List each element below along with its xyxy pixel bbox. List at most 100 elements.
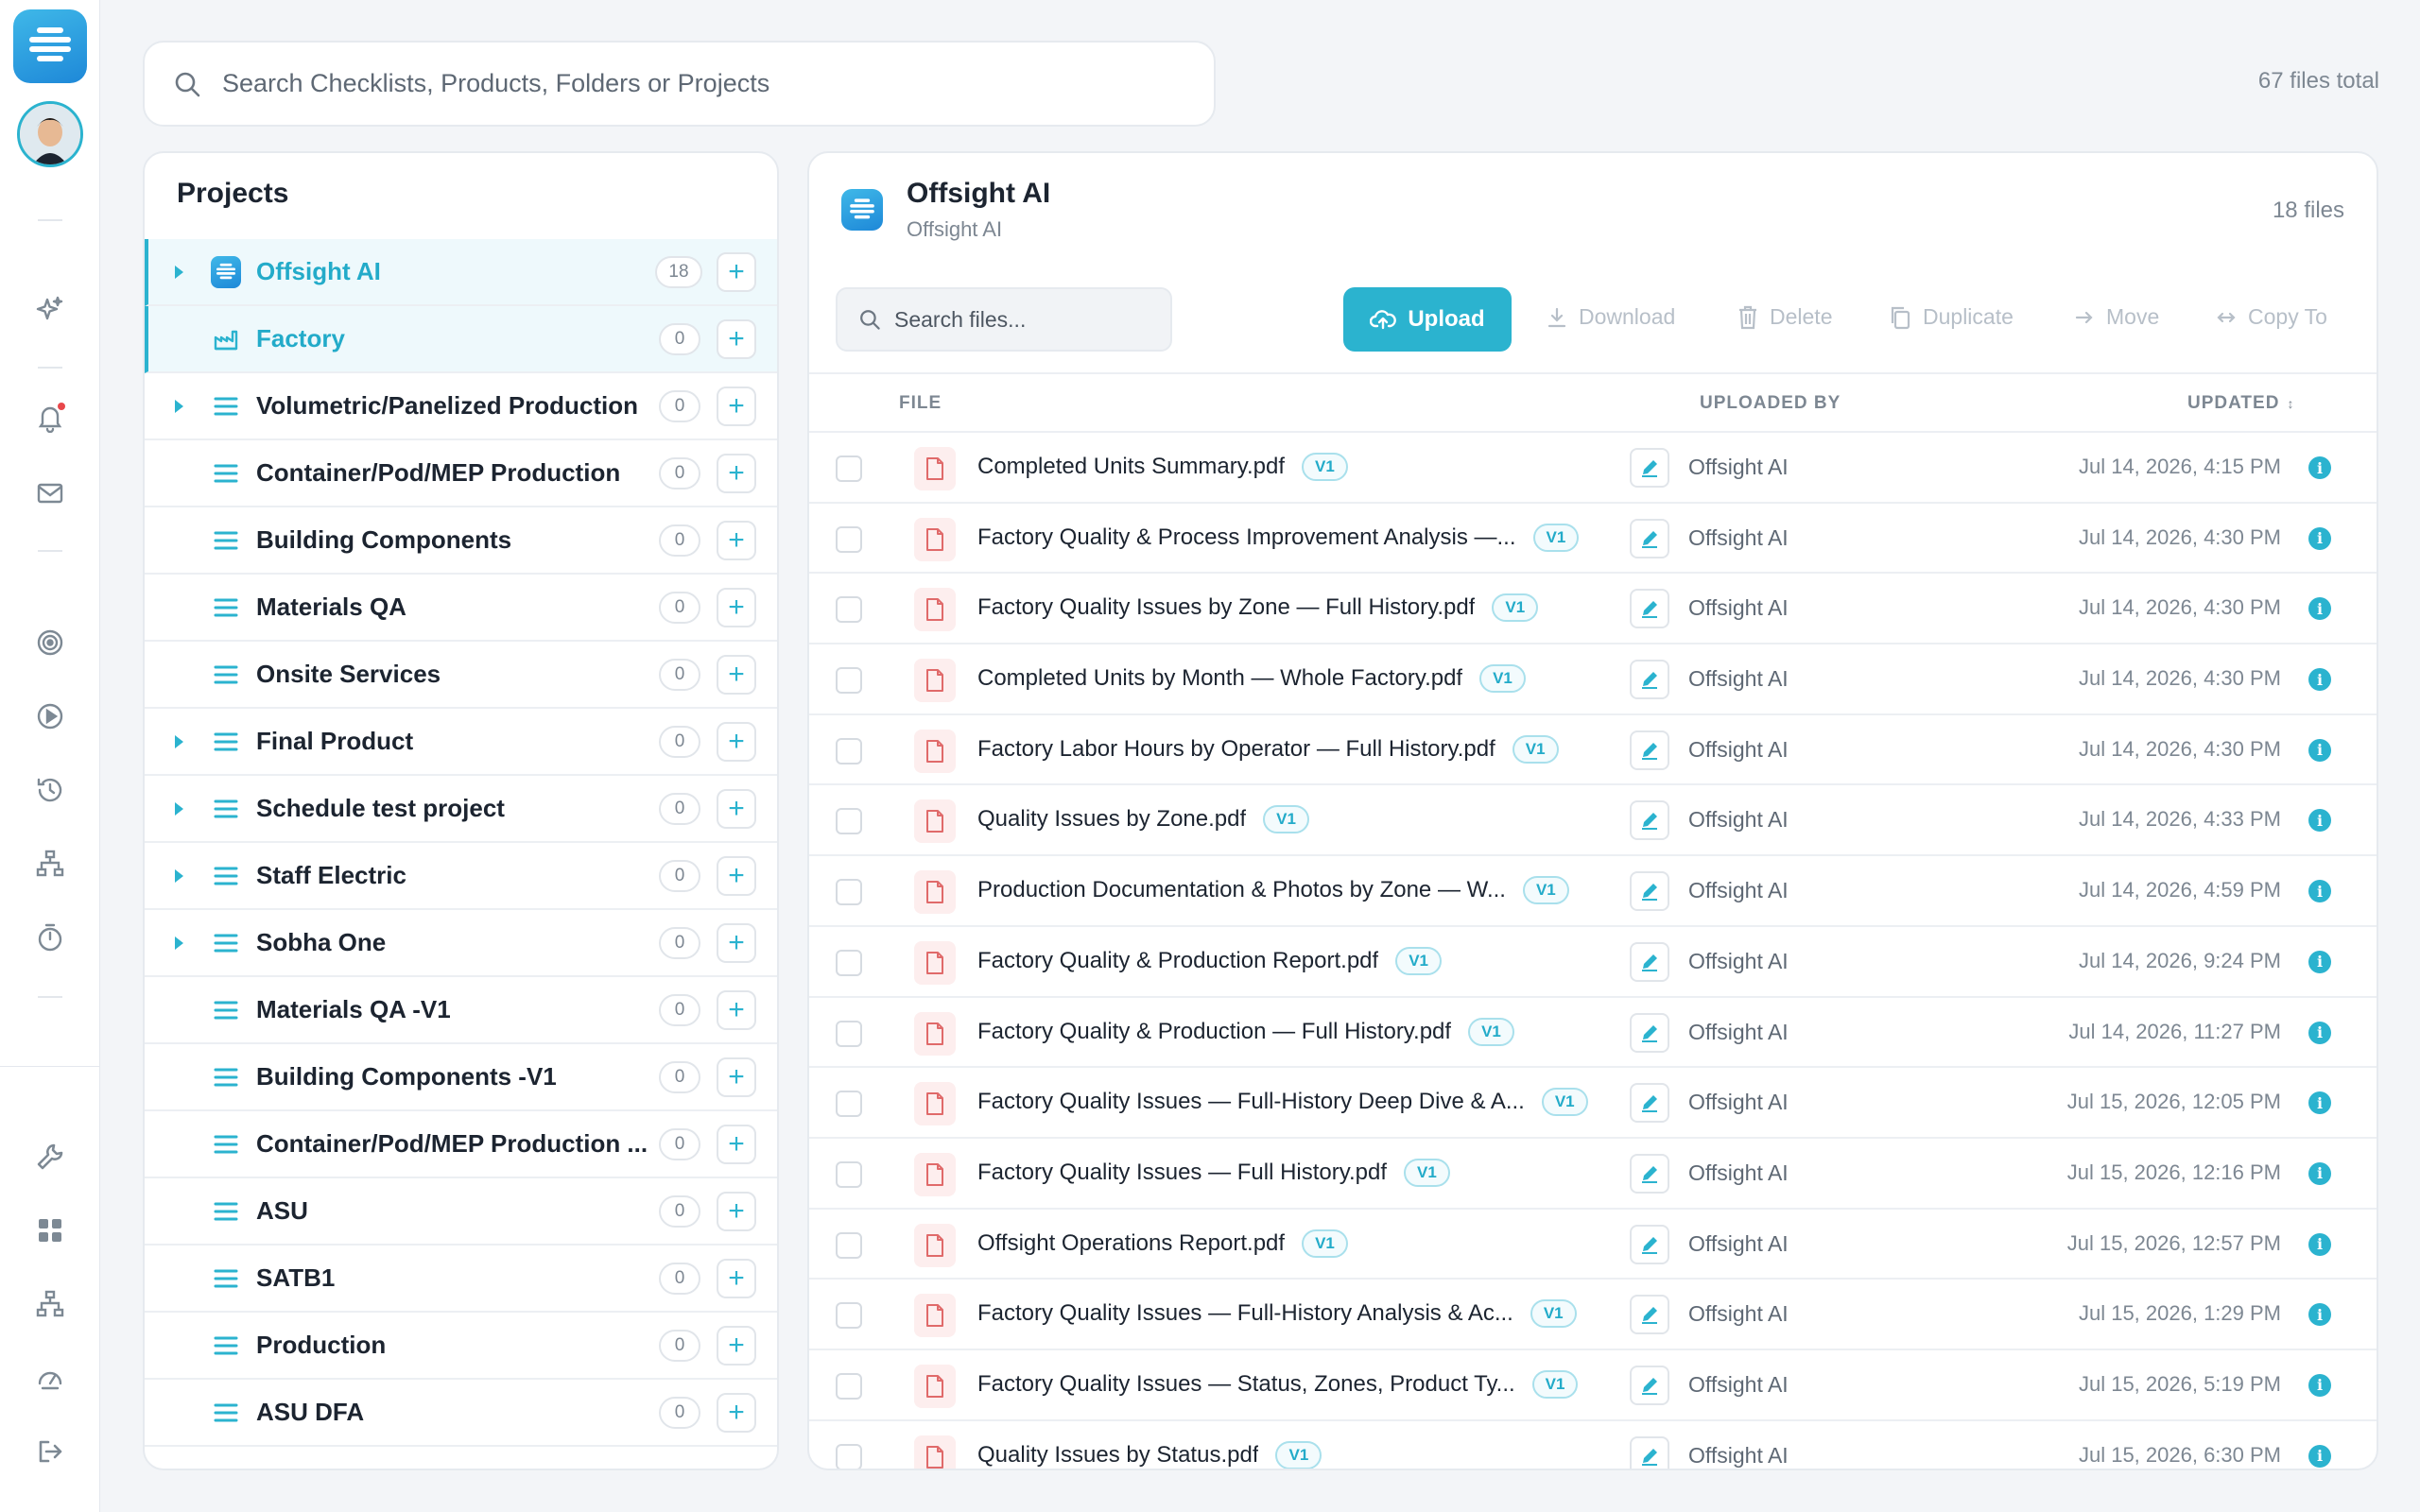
project-row[interactable]: Production 0 +	[145, 1313, 777, 1380]
upload-button[interactable]: Upload	[1343, 287, 1512, 352]
file-name[interactable]: Factory Quality Issues — Full-History An…	[977, 1300, 1513, 1327]
file-name[interactable]: Completed Units Summary.pdf	[977, 454, 1285, 480]
file-name-cell[interactable]: Completed Units by Month — Whole Factory…	[977, 664, 1526, 694]
file-row[interactable]: Completed Units Summary.pdf V1 Offsight AI…	[809, 433, 2377, 504]
file-name-cell[interactable]: Factory Quality & Production Report.pdf V…	[977, 946, 1442, 975]
file-name-cell[interactable]: Offsight Operations Report.pdf V1	[977, 1228, 1348, 1258]
expand-caret-icon[interactable]	[175, 734, 183, 748]
play-icon[interactable]	[29, 696, 71, 737]
project-row[interactable]: ASU 0 +	[145, 1178, 777, 1246]
info-icon[interactable]: i	[2308, 456, 2331, 479]
info-icon[interactable]: i	[2308, 1373, 2331, 1397]
file-row[interactable]: Factory Quality & Production — Full Hist…	[809, 998, 2377, 1069]
add-to-project-button[interactable]: +	[717, 1392, 756, 1433]
project-row[interactable]: Container/Pod/MEP Production ... 0 +	[145, 1111, 777, 1178]
file-row[interactable]: Completed Units by Month — Whole Factory…	[809, 644, 2377, 715]
project-row[interactable]: Offsight AI 18 +	[145, 239, 777, 306]
app-logo[interactable]	[13, 9, 87, 83]
grid-icon[interactable]	[29, 1210, 71, 1251]
file-name-cell[interactable]: Quality Issues by Zone.pdf V1	[977, 805, 1309, 834]
file-row[interactable]: Factory Quality Issues by Zone — Full Hi…	[809, 574, 2377, 645]
project-row[interactable]: Staff Electric 0 +	[145, 843, 777, 910]
file-row[interactable]: Factory Quality & Process Improvement An…	[809, 504, 2377, 575]
user-avatar[interactable]	[17, 101, 83, 167]
file-search-input[interactable]	[894, 306, 1159, 333]
add-to-project-button[interactable]: +	[717, 386, 756, 426]
file-row[interactable]: Factory Quality Issues — Full History.pd…	[809, 1139, 2377, 1210]
file-row[interactable]: Factory Quality Issues — Status, Zones, …	[809, 1350, 2377, 1421]
info-icon[interactable]: i	[2308, 668, 2331, 692]
row-checkbox[interactable]	[836, 879, 862, 906]
file-name[interactable]: Factory Quality & Production — Full Hist…	[977, 1019, 1451, 1045]
column-uploaded-by[interactable]: UPLOADED BY	[1700, 393, 1841, 414]
add-to-project-button[interactable]: +	[717, 855, 756, 896]
file-name-cell[interactable]: Factory Quality Issues — Full History.pd…	[977, 1158, 1450, 1187]
file-name-cell[interactable]: Factory Quality Issues — Status, Zones, …	[977, 1369, 1579, 1399]
file-name-cell[interactable]: Factory Quality Issues — Full-History An…	[977, 1299, 1577, 1329]
project-row[interactable]: Onsite Services 0 +	[145, 642, 777, 709]
file-name[interactable]: Production Documentation & Photos by Zon…	[977, 877, 1506, 903]
add-to-project-button[interactable]: +	[717, 1124, 756, 1164]
project-row[interactable]: Container/Pod/MEP Production 0 +	[145, 440, 777, 507]
info-icon[interactable]: i	[2308, 1303, 2331, 1327]
info-icon[interactable]: i	[2308, 1091, 2331, 1115]
file-name[interactable]: Offsight Operations Report.pdf	[977, 1230, 1285, 1257]
file-name-cell[interactable]: Production Documentation & Photos by Zon…	[977, 876, 1569, 905]
file-name[interactable]: Factory Labor Hours by Operator — Full H…	[977, 736, 1495, 763]
file-row[interactable]: Quality Issues by Zone.pdf V1 Offsight AI J…	[809, 785, 2377, 857]
row-checkbox[interactable]	[836, 667, 862, 695]
project-row[interactable]: Building Components 0 +	[145, 507, 777, 575]
row-checkbox[interactable]	[836, 1091, 862, 1118]
project-row[interactable]: Volumetric/Panelized Production 0 +	[145, 373, 777, 440]
add-to-project-button[interactable]: +	[717, 520, 756, 560]
wrench-icon[interactable]	[29, 1136, 71, 1177]
file-row[interactable]: Factory Labor Hours by Operator — Full H…	[809, 715, 2377, 786]
add-to-project-button[interactable]: +	[717, 318, 756, 359]
sparkles-icon[interactable]	[29, 289, 71, 331]
project-row[interactable]: Materials QA 0 +	[145, 575, 777, 642]
info-icon[interactable]: i	[2308, 738, 2331, 762]
info-icon[interactable]: i	[2308, 1444, 2331, 1468]
file-name[interactable]: Quality Issues by Status.pdf	[977, 1442, 1258, 1469]
org-chart-icon[interactable]	[29, 1283, 71, 1325]
project-row[interactable]: Building Components -V1 0 +	[145, 1044, 777, 1111]
copy-to-button[interactable]: Copy To	[2216, 304, 2327, 330]
expand-caret-icon[interactable]	[175, 399, 183, 413]
download-button[interactable]: Download	[1547, 304, 1675, 330]
history-icon[interactable]	[29, 769, 71, 811]
project-row[interactable]: SATB1 0 +	[145, 1246, 777, 1313]
global-search-input[interactable]	[222, 69, 1073, 98]
info-icon[interactable]: i	[2308, 809, 2331, 833]
add-to-project-button[interactable]: +	[717, 453, 756, 493]
file-name-cell[interactable]: Factory Quality Issues by Zone — Full Hi…	[977, 593, 1539, 623]
row-checkbox[interactable]	[836, 1302, 862, 1330]
row-checkbox[interactable]	[836, 1372, 862, 1400]
project-row[interactable]: Factory 0 +	[145, 306, 777, 373]
file-row[interactable]: Factory Quality & Production Report.pdf V…	[809, 927, 2377, 998]
org-chart-icon[interactable]	[29, 843, 71, 885]
add-to-project-button[interactable]: +	[717, 922, 756, 963]
add-to-project-button[interactable]: +	[717, 989, 756, 1030]
file-row[interactable]: Offsight Operations Report.pdf V1 Offsight…	[809, 1210, 2377, 1280]
file-name-cell[interactable]: Quality Issues by Status.pdf V1	[977, 1440, 1322, 1469]
add-to-project-button[interactable]: +	[717, 251, 756, 292]
column-file[interactable]: FILE	[899, 393, 942, 414]
file-row[interactable]: Quality Issues by Status.pdf V1 Offsight A…	[809, 1421, 2377, 1469]
file-row[interactable]: Factory Quality Issues — Full-History De…	[809, 1068, 2377, 1139]
project-row[interactable]: Schedule test project 0 +	[145, 776, 777, 843]
add-to-project-button[interactable]: +	[717, 721, 756, 762]
row-checkbox[interactable]	[836, 596, 862, 624]
row-checkbox[interactable]	[836, 455, 862, 482]
gauge-icon[interactable]	[29, 1357, 71, 1399]
info-icon[interactable]: i	[2308, 950, 2331, 973]
row-checkbox[interactable]	[836, 525, 862, 553]
project-row[interactable]: Sobha One 0 +	[145, 910, 777, 977]
file-name-cell[interactable]: Factory Labor Hours by Operator — Full H…	[977, 734, 1559, 764]
expand-caret-icon[interactable]	[175, 868, 183, 883]
file-name-cell[interactable]: Factory Quality Issues — Full-History De…	[977, 1088, 1588, 1117]
row-checkbox[interactable]	[836, 1020, 862, 1047]
duplicate-button[interactable]: Duplicate	[1889, 304, 2014, 330]
info-icon[interactable]: i	[2308, 526, 2331, 550]
file-name[interactable]: Factory Quality Issues — Full-History De…	[977, 1089, 1525, 1115]
row-checkbox[interactable]	[836, 949, 862, 976]
